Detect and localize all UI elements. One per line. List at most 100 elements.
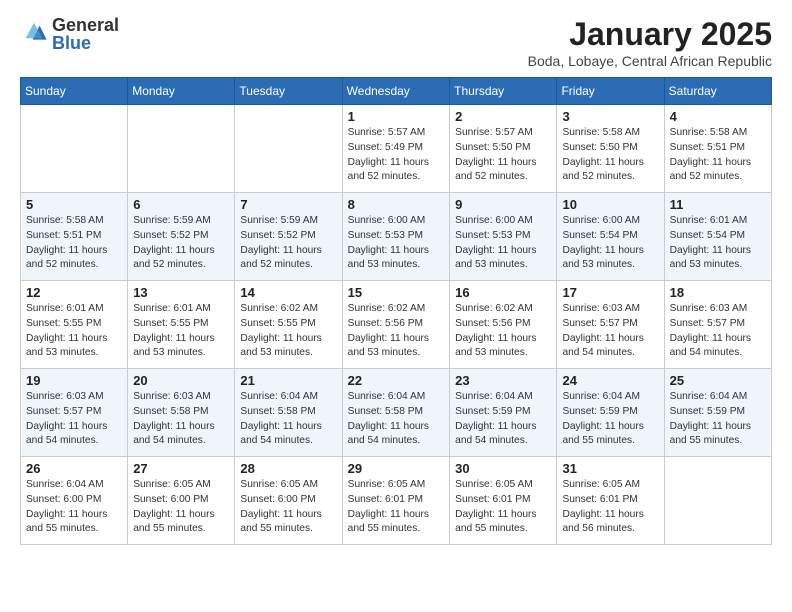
day-number: 15 bbox=[348, 285, 445, 300]
calendar-cell: 6 Sunrise: 5:59 AM Sunset: 5:52 PM Daylig… bbox=[128, 193, 235, 281]
calendar-week-3: 12 Sunrise: 6:01 AM Sunset: 5:55 PM Dayli… bbox=[21, 281, 772, 369]
day-info: Sunrise: 6:05 AM Sunset: 6:00 PM Dayligh… bbox=[240, 478, 336, 537]
calendar-week-2: 5 Sunrise: 5:58 AM Sunset: 5:51 PM Daylig… bbox=[21, 193, 772, 281]
day-number: 2 bbox=[455, 109, 551, 124]
calendar-cell: 1Sunrise: 5:57 AM Sunset: 5:49 PM Daylig… bbox=[342, 105, 450, 193]
day-info: Sunrise: 5:58 AM Sunset: 5:50 PM Dayligh… bbox=[562, 126, 658, 185]
day-info: Sunrise: 6:03 AM Sunset: 5:57 PM Dayligh… bbox=[562, 302, 658, 361]
day-number: 4 bbox=[670, 109, 766, 124]
day-number: 23 bbox=[455, 373, 551, 388]
day-info: Sunrise: 6:01 AM Sunset: 5:55 PM Dayligh… bbox=[133, 302, 229, 361]
day-info: Sunrise: 6:04 AM Sunset: 5:59 PM Dayligh… bbox=[455, 390, 551, 449]
day-number: 7 bbox=[240, 197, 336, 212]
day-number: 11 bbox=[670, 197, 766, 212]
day-number: 8 bbox=[348, 197, 445, 212]
day-info: Sunrise: 6:03 AM Sunset: 5:57 PM Dayligh… bbox=[26, 390, 122, 449]
day-info: Sunrise: 6:04 AM Sunset: 5:59 PM Dayligh… bbox=[562, 390, 658, 449]
calendar-cell: 28Sunrise: 6:05 AM Sunset: 6:00 PM Dayli… bbox=[235, 457, 342, 545]
header-saturday: Saturday bbox=[664, 78, 771, 105]
day-info: Sunrise: 6:02 AM Sunset: 5:56 PM Dayligh… bbox=[348, 302, 445, 361]
calendar-cell bbox=[128, 105, 235, 193]
logo-general: General bbox=[52, 16, 119, 34]
logo-icon bbox=[20, 20, 48, 48]
day-number: 6 bbox=[133, 197, 229, 212]
calendar-cell: 25 Sunrise: 6:04 AM Sunset: 5:59 PM Dayli… bbox=[664, 369, 771, 457]
header-thursday: Thursday bbox=[450, 78, 557, 105]
month-title: January 2025 bbox=[528, 16, 772, 53]
day-number: 29 bbox=[348, 461, 445, 476]
logo-blue: Blue bbox=[52, 34, 119, 52]
calendar-week-5: 26 Sunrise: 6:04 AM Sunset: 6:00 PM Dayli… bbox=[21, 457, 772, 545]
day-info: Sunrise: 6:00 AM Sunset: 5:53 PM Dayligh… bbox=[348, 214, 445, 273]
calendar-week-4: 19Sunrise: 6:03 AM Sunset: 5:57 PM Dayli… bbox=[21, 369, 772, 457]
calendar-cell: 24 Sunrise: 6:04 AM Sunset: 5:59 PM Dayli… bbox=[557, 369, 664, 457]
day-info: Sunrise: 6:04 AM Sunset: 5:58 PM Dayligh… bbox=[240, 390, 336, 449]
day-info: Sunrise: 6:04 AM Sunset: 5:58 PM Dayligh… bbox=[348, 390, 445, 449]
location-title: Boda, Lobaye, Central African Republic bbox=[528, 53, 772, 69]
calendar-cell bbox=[664, 457, 771, 545]
day-number: 25 bbox=[670, 373, 766, 388]
day-info: Sunrise: 5:58 AM Sunset: 5:51 PM Dayligh… bbox=[26, 214, 122, 273]
day-number: 9 bbox=[455, 197, 551, 212]
calendar-cell: 21 Sunrise: 6:04 AM Sunset: 5:58 PM Dayli… bbox=[235, 369, 342, 457]
calendar-week-1: 1Sunrise: 5:57 AM Sunset: 5:49 PM Daylig… bbox=[21, 105, 772, 193]
calendar-cell bbox=[235, 105, 342, 193]
day-info: Sunrise: 6:00 AM Sunset: 5:53 PM Dayligh… bbox=[455, 214, 551, 273]
day-number: 16 bbox=[455, 285, 551, 300]
day-info: Sunrise: 6:00 AM Sunset: 5:54 PM Dayligh… bbox=[562, 214, 658, 273]
calendar-cell: 16Sunrise: 6:02 AM Sunset: 5:56 PM Dayli… bbox=[450, 281, 557, 369]
day-number: 22 bbox=[348, 373, 445, 388]
calendar-cell: 15 Sunrise: 6:02 AM Sunset: 5:56 PM Dayli… bbox=[342, 281, 450, 369]
day-number: 21 bbox=[240, 373, 336, 388]
day-info: Sunrise: 5:59 AM Sunset: 5:52 PM Dayligh… bbox=[133, 214, 229, 273]
calendar-cell: 31 Sunrise: 6:05 AM Sunset: 6:01 PM Dayli… bbox=[557, 457, 664, 545]
day-number: 24 bbox=[562, 373, 658, 388]
day-number: 20 bbox=[133, 373, 229, 388]
calendar-header-row: SundayMondayTuesdayWednesdayThursdayFrid… bbox=[21, 78, 772, 105]
day-number: 12 bbox=[26, 285, 122, 300]
header-friday: Friday bbox=[557, 78, 664, 105]
day-info: Sunrise: 6:04 AM Sunset: 6:00 PM Dayligh… bbox=[26, 478, 122, 537]
day-info: Sunrise: 6:03 AM Sunset: 5:57 PM Dayligh… bbox=[670, 302, 766, 361]
day-number: 10 bbox=[562, 197, 658, 212]
calendar-cell bbox=[21, 105, 128, 193]
day-info: Sunrise: 6:05 AM Sunset: 6:01 PM Dayligh… bbox=[455, 478, 551, 537]
header-wednesday: Wednesday bbox=[342, 78, 450, 105]
page-header: General Blue January 2025 Boda, Lobaye, … bbox=[20, 16, 772, 69]
calendar-cell: 20 Sunrise: 6:03 AM Sunset: 5:58 PM Dayli… bbox=[128, 369, 235, 457]
day-info: Sunrise: 5:57 AM Sunset: 5:49 PM Dayligh… bbox=[348, 126, 445, 185]
day-info: Sunrise: 6:05 AM Sunset: 6:01 PM Dayligh… bbox=[562, 478, 658, 537]
calendar-cell: 17 Sunrise: 6:03 AM Sunset: 5:57 PM Dayli… bbox=[557, 281, 664, 369]
calendar-cell: 5 Sunrise: 5:58 AM Sunset: 5:51 PM Daylig… bbox=[21, 193, 128, 281]
day-number: 31 bbox=[562, 461, 658, 476]
day-info: Sunrise: 5:57 AM Sunset: 5:50 PM Dayligh… bbox=[455, 126, 551, 185]
day-number: 27 bbox=[133, 461, 229, 476]
calendar-cell: 12Sunrise: 6:01 AM Sunset: 5:55 PM Dayli… bbox=[21, 281, 128, 369]
day-number: 3 bbox=[562, 109, 658, 124]
calendar-cell: 3 Sunrise: 5:58 AM Sunset: 5:50 PM Daylig… bbox=[557, 105, 664, 193]
day-number: 17 bbox=[562, 285, 658, 300]
calendar-cell: 13Sunrise: 6:01 AM Sunset: 5:55 PM Dayli… bbox=[128, 281, 235, 369]
day-info: Sunrise: 6:05 AM Sunset: 6:00 PM Dayligh… bbox=[133, 478, 229, 537]
day-number: 18 bbox=[670, 285, 766, 300]
calendar-cell: 10 Sunrise: 6:00 AM Sunset: 5:54 PM Dayli… bbox=[557, 193, 664, 281]
day-info: Sunrise: 6:02 AM Sunset: 5:55 PM Dayligh… bbox=[240, 302, 336, 361]
day-number: 30 bbox=[455, 461, 551, 476]
calendar-cell: 8 Sunrise: 6:00 AM Sunset: 5:53 PM Daylig… bbox=[342, 193, 450, 281]
calendar-cell: 26 Sunrise: 6:04 AM Sunset: 6:00 PM Dayli… bbox=[21, 457, 128, 545]
calendar-cell: 29Sunrise: 6:05 AM Sunset: 6:01 PM Dayli… bbox=[342, 457, 450, 545]
day-info: Sunrise: 5:59 AM Sunset: 5:52 PM Dayligh… bbox=[240, 214, 336, 273]
calendar-cell: 9 Sunrise: 6:00 AM Sunset: 5:53 PM Daylig… bbox=[450, 193, 557, 281]
calendar-cell: 22 Sunrise: 6:04 AM Sunset: 5:58 PM Dayli… bbox=[342, 369, 450, 457]
calendar-cell: 23 Sunrise: 6:04 AM Sunset: 5:59 PM Dayli… bbox=[450, 369, 557, 457]
day-info: Sunrise: 6:01 AM Sunset: 5:54 PM Dayligh… bbox=[670, 214, 766, 273]
calendar-cell: 27 Sunrise: 6:05 AM Sunset: 6:00 PM Dayli… bbox=[128, 457, 235, 545]
day-number: 26 bbox=[26, 461, 122, 476]
logo: General Blue bbox=[20, 16, 119, 52]
calendar-cell: 18 Sunrise: 6:03 AM Sunset: 5:57 PM Dayli… bbox=[664, 281, 771, 369]
calendar-cell: 30 Sunrise: 6:05 AM Sunset: 6:01 PM Dayli… bbox=[450, 457, 557, 545]
header-sunday: Sunday bbox=[21, 78, 128, 105]
day-number: 5 bbox=[26, 197, 122, 212]
day-info: Sunrise: 6:03 AM Sunset: 5:58 PM Dayligh… bbox=[133, 390, 229, 449]
day-info: Sunrise: 6:04 AM Sunset: 5:59 PM Dayligh… bbox=[670, 390, 766, 449]
